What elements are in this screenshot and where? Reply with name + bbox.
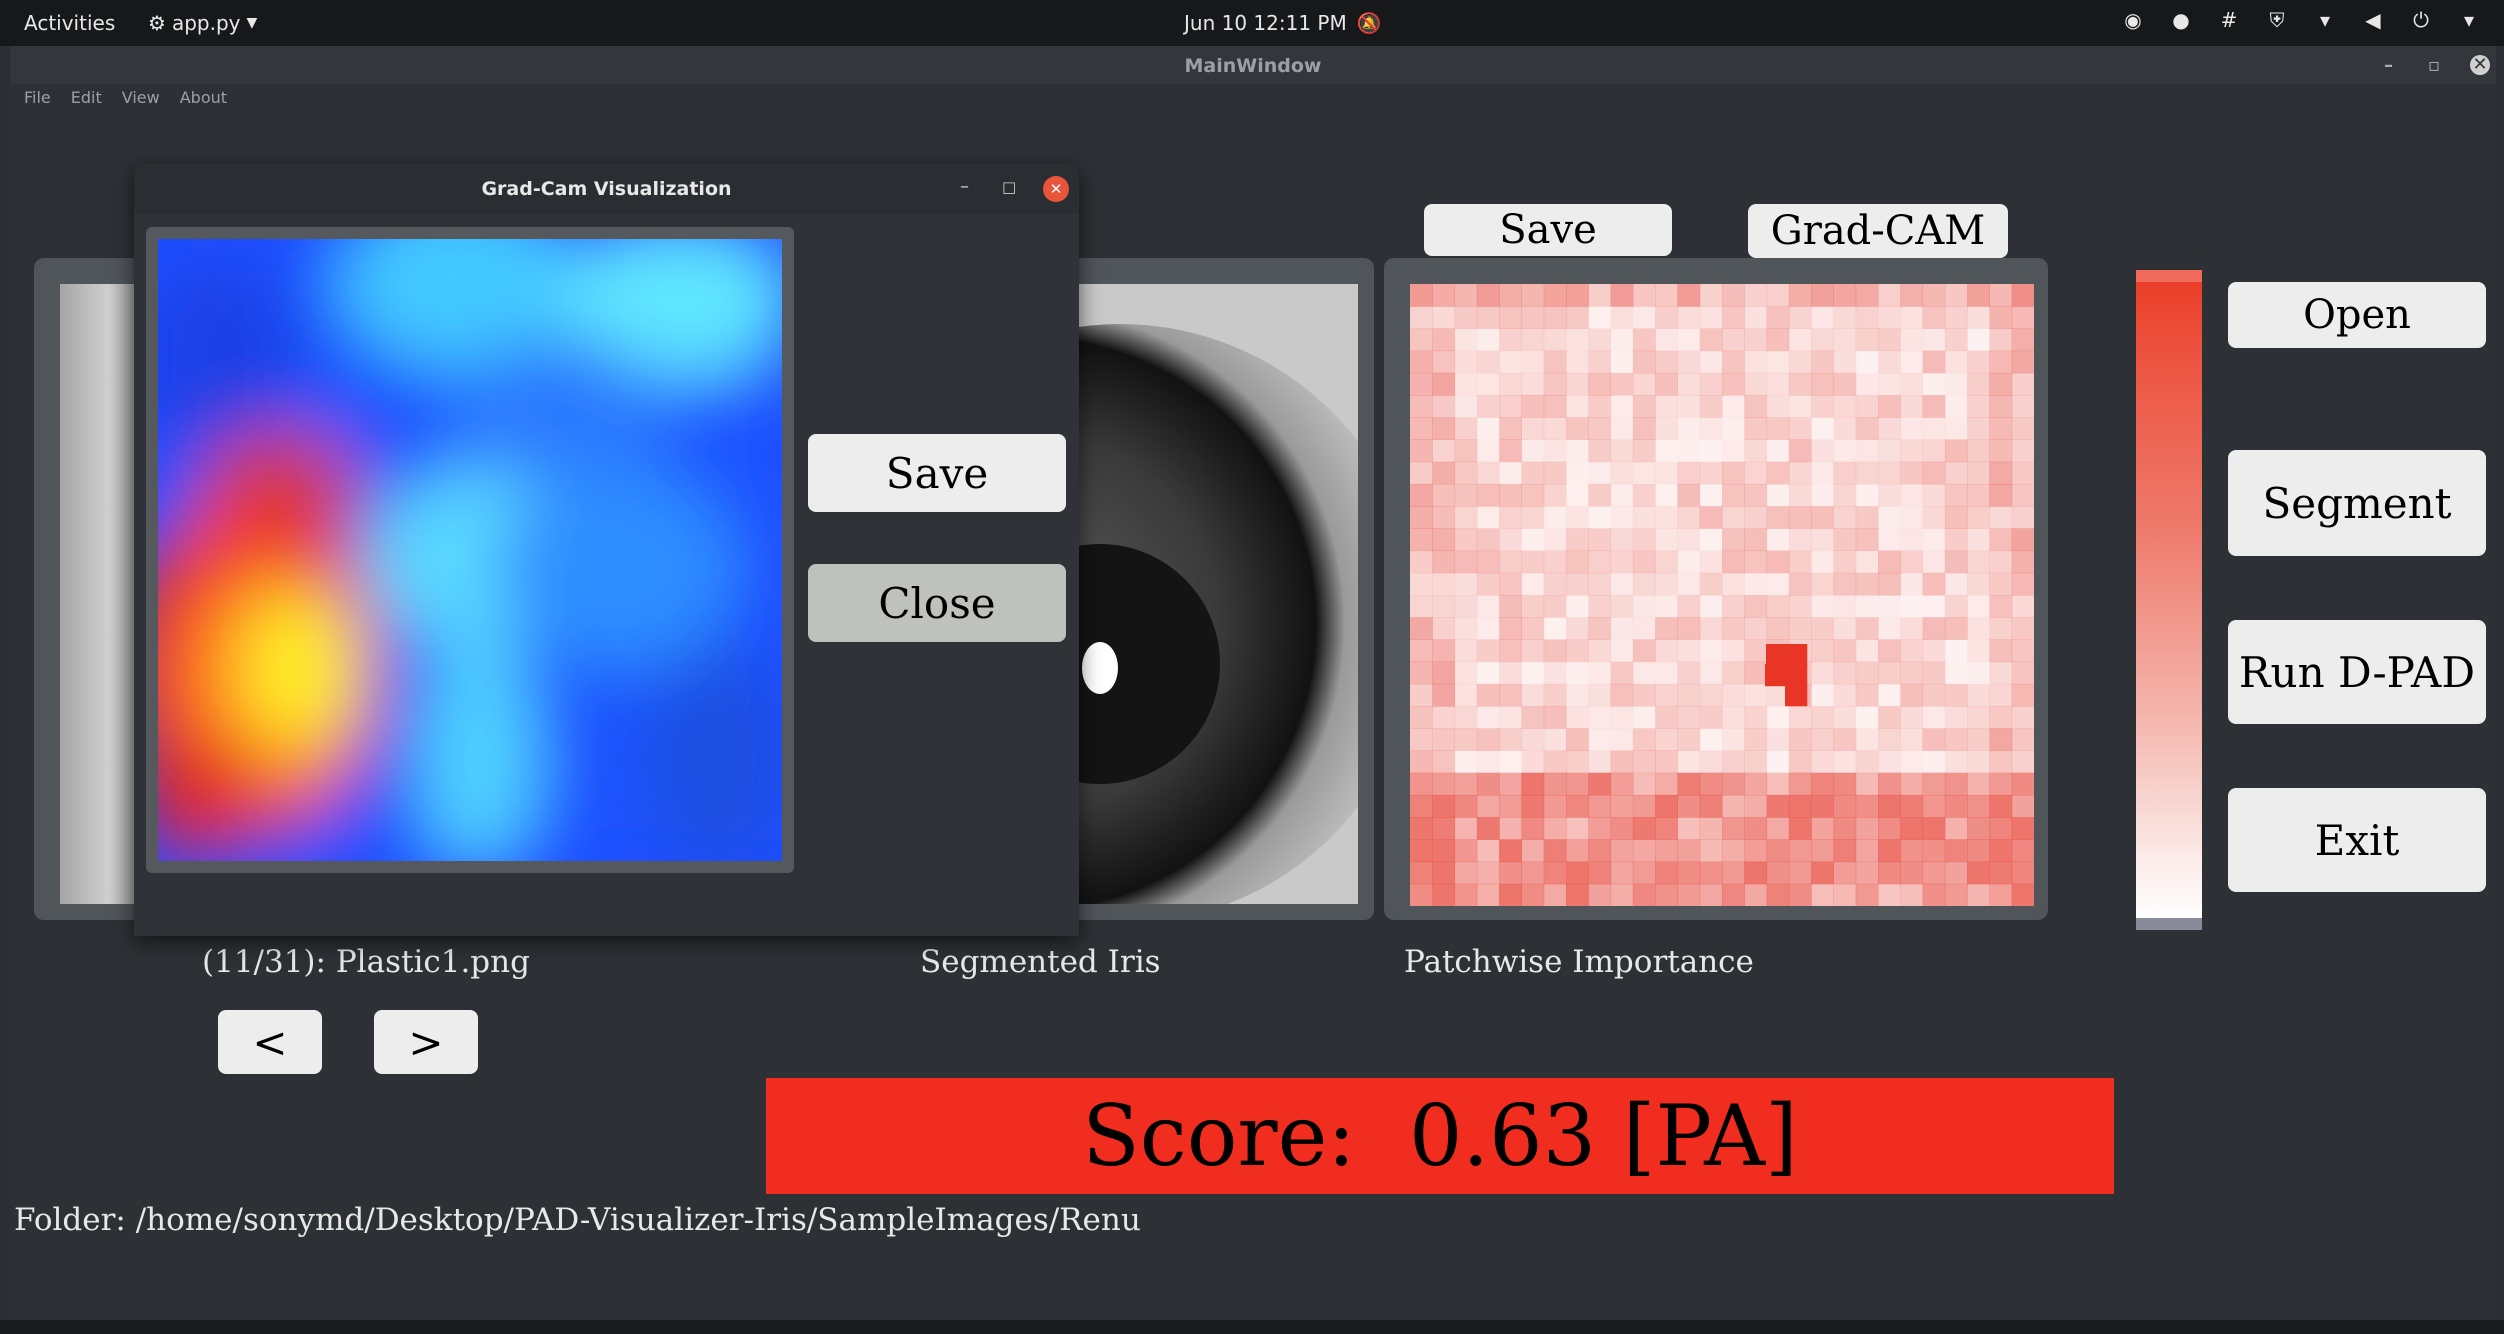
menu-about[interactable]: About [180,88,227,107]
chrome-icon[interactable]: ◉ [2122,9,2144,31]
segmented-iris-image [1060,284,1358,904]
slack-icon[interactable]: # [2218,9,2240,31]
bell-off-icon: 🔕 [1356,11,1382,35]
app-menu[interactable]: ⚙ app.py ▼ [148,11,257,35]
patchwise-importance-panel [1384,258,2048,920]
maximize-icon[interactable]: ▫ [2428,46,2440,86]
shield-icon[interactable]: ⛨ [2266,9,2288,31]
dialog-close-icon[interactable]: ✕ [1043,176,1069,202]
segmented-iris-label: Segmented Iris [920,944,1161,980]
segmented-iris-panel [1060,258,1374,920]
image-name-label: (11/31): Plastic1.png [202,944,530,980]
volume-icon[interactable]: ◀ [2362,9,2384,31]
window-titlebar[interactable]: MainWindow – ▫ ✕ [10,46,2496,84]
dialog-save-button[interactable]: Save [808,434,1066,512]
dialog-close-button[interactable]: Close [808,564,1066,642]
segment-button[interactable]: Segment [2228,450,2486,556]
clock-label: Jun 10 12:11 PM [1184,11,1347,35]
open-button[interactable]: Open [2228,282,2486,348]
gradcam-image-frame [146,227,794,873]
score-banner: Score: 0.63 [PA] [766,1078,2114,1194]
folder-path-label: Folder: /home/sonymd/Desktop/PAD-Visuali… [14,1202,1141,1238]
patchwise-heatmap [1410,284,2034,906]
top-bar: Activities ⚙ app.py ▼ Jun 10 12:11 PM 🔕 … [0,0,2504,46]
dialog-titlebar[interactable]: Grad-Cam Visualization [134,164,1079,214]
menu-edit[interactable]: Edit [71,88,102,107]
importance-colorbar [2136,270,2202,930]
patchwise-importance-label: Patchwise Importance [1404,944,1754,980]
dialog-title: Grad-Cam Visualization [481,178,732,200]
system-tray[interactable]: ◉ ● # ⛨ ▾ ◀ ⏻ ▾ [2122,9,2480,31]
menu-view[interactable]: View [122,88,160,107]
window-title: MainWindow [1184,55,1322,77]
activities-button[interactable]: Activities [24,11,115,35]
save-heatmap-button[interactable]: Save [1424,204,1672,256]
gradcam-dialog: Grad-Cam Visualization – □ ✕ Save Close [134,164,1079,936]
app-icon: ⚙ [148,11,166,35]
app-menu-label: app.py [171,11,241,35]
clock[interactable]: Jun 10 12:11 PM 🔕 [1184,11,1382,35]
gradcam-heatmap [158,239,782,861]
gradcam-button[interactable]: Grad-CAM [1748,204,2008,258]
exit-button[interactable]: Exit [2228,788,2486,892]
prev-image-button[interactable]: < [218,1010,322,1074]
menu-bar: File Edit View About [24,88,227,107]
minimize-icon[interactable]: – [2384,46,2393,86]
next-image-button[interactable]: > [374,1010,478,1074]
chevron-down-icon: ▼ [246,15,258,31]
chevron-down-icon[interactable]: ▾ [2458,9,2480,31]
dialog-minimize-icon[interactable]: – [960,176,969,197]
run-dpad-button[interactable]: Run D-PAD [2228,620,2486,724]
wifi-icon[interactable]: ▾ [2314,9,2336,31]
user-icon[interactable]: ● [2170,9,2192,31]
close-icon[interactable]: ✕ [2470,55,2490,75]
dialog-maximize-icon[interactable]: □ [1002,178,1016,196]
power-icon[interactable]: ⏻ [2410,9,2432,31]
taskbar-strip [0,1320,2504,1334]
menu-file[interactable]: File [24,88,51,107]
